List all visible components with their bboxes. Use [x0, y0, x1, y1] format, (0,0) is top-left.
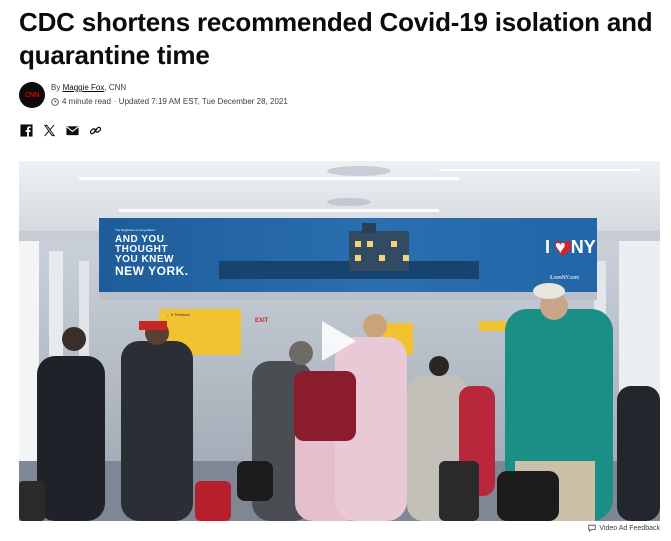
byline: CNN By Maggie Fox, CNN 4 minute read · U… [19, 82, 659, 110]
billboard-url: iLoveNY.com [550, 275, 580, 281]
headline: CDC shortens recommended Covid-19 isolat… [19, 7, 653, 70]
facebook-icon [19, 123, 33, 137]
exit-sign: EXIT [255, 318, 269, 324]
feedback-label: Video Ad Feedback [599, 524, 660, 532]
copy-link-button[interactable] [88, 123, 102, 137]
byline-author-line: By Maggie Fox, CNN [51, 83, 126, 92]
clock-icon [51, 97, 59, 106]
video-ad-feedback[interactable]: Video Ad Feedback [588, 524, 660, 532]
outlet-name: , CNN [104, 83, 127, 92]
author-link[interactable]: Maggie Fox [63, 83, 105, 92]
x-share-button[interactable] [42, 123, 56, 137]
feedback-icon [588, 524, 597, 532]
billboard-headline: AND YOU THOUGHT YOU KNEW NEW YORK. [115, 235, 189, 278]
byline-meta-line: 4 minute read · Updated 7:19 AM EST, Tue… [51, 97, 288, 106]
billboard-small-text: The Neighbors of Long Island [115, 228, 155, 232]
facebook-share-button[interactable] [19, 123, 33, 137]
updated-timestamp: · Updated 7:19 AM EST, Tue December 28, … [113, 97, 288, 106]
play-icon[interactable] [320, 319, 358, 363]
email-icon [65, 125, 79, 135]
i-love-ny-logo: I ♥ NY [545, 237, 596, 257]
terminal-sign: ← 5 Terminal [166, 312, 190, 317]
email-share-button[interactable] [65, 123, 79, 137]
link-icon [89, 126, 101, 134]
cnn-logo[interactable]: CNN [19, 82, 45, 108]
share-bar [19, 123, 102, 137]
byline-prefix: By [51, 83, 61, 92]
read-time: 4 minute read [62, 97, 111, 106]
cnn-logo-text: CNN [24, 91, 40, 99]
video-player[interactable]: The Neighbors of Long Island AND YOU THO… [19, 161, 660, 521]
billboard-line-4: NEW YORK. [115, 264, 189, 278]
x-icon [43, 124, 55, 136]
